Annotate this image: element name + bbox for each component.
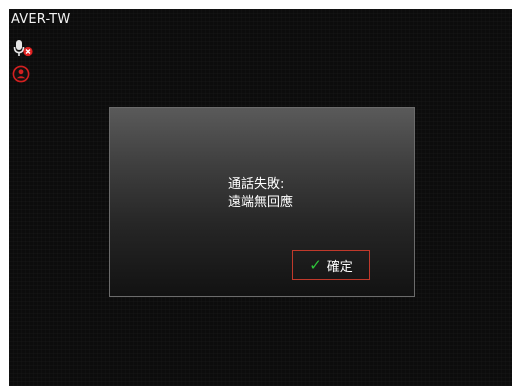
dialog-message-line-1: 通話失敗: xyxy=(228,177,285,192)
user-circle-icon xyxy=(12,65,30,83)
microphone-muted-icon xyxy=(13,40,33,57)
site-name: AVER-TW xyxy=(11,12,71,27)
dialog-message: 通話失敗: 遠端無回應 xyxy=(228,176,293,212)
dialog-message-line-2: 遠端無回應 xyxy=(228,195,294,210)
confirm-button[interactable]: ✓ 確定 xyxy=(292,250,370,280)
check-icon: ✓ xyxy=(309,255,322,274)
confirm-button-label: 確定 xyxy=(326,259,353,275)
video-screen: AVER-TW 通話失敗: 遠端無回應 ✓ 確定 xyxy=(9,9,512,386)
call-failed-dialog: 通話失敗: 遠端無回應 ✓ 確定 xyxy=(109,107,415,297)
